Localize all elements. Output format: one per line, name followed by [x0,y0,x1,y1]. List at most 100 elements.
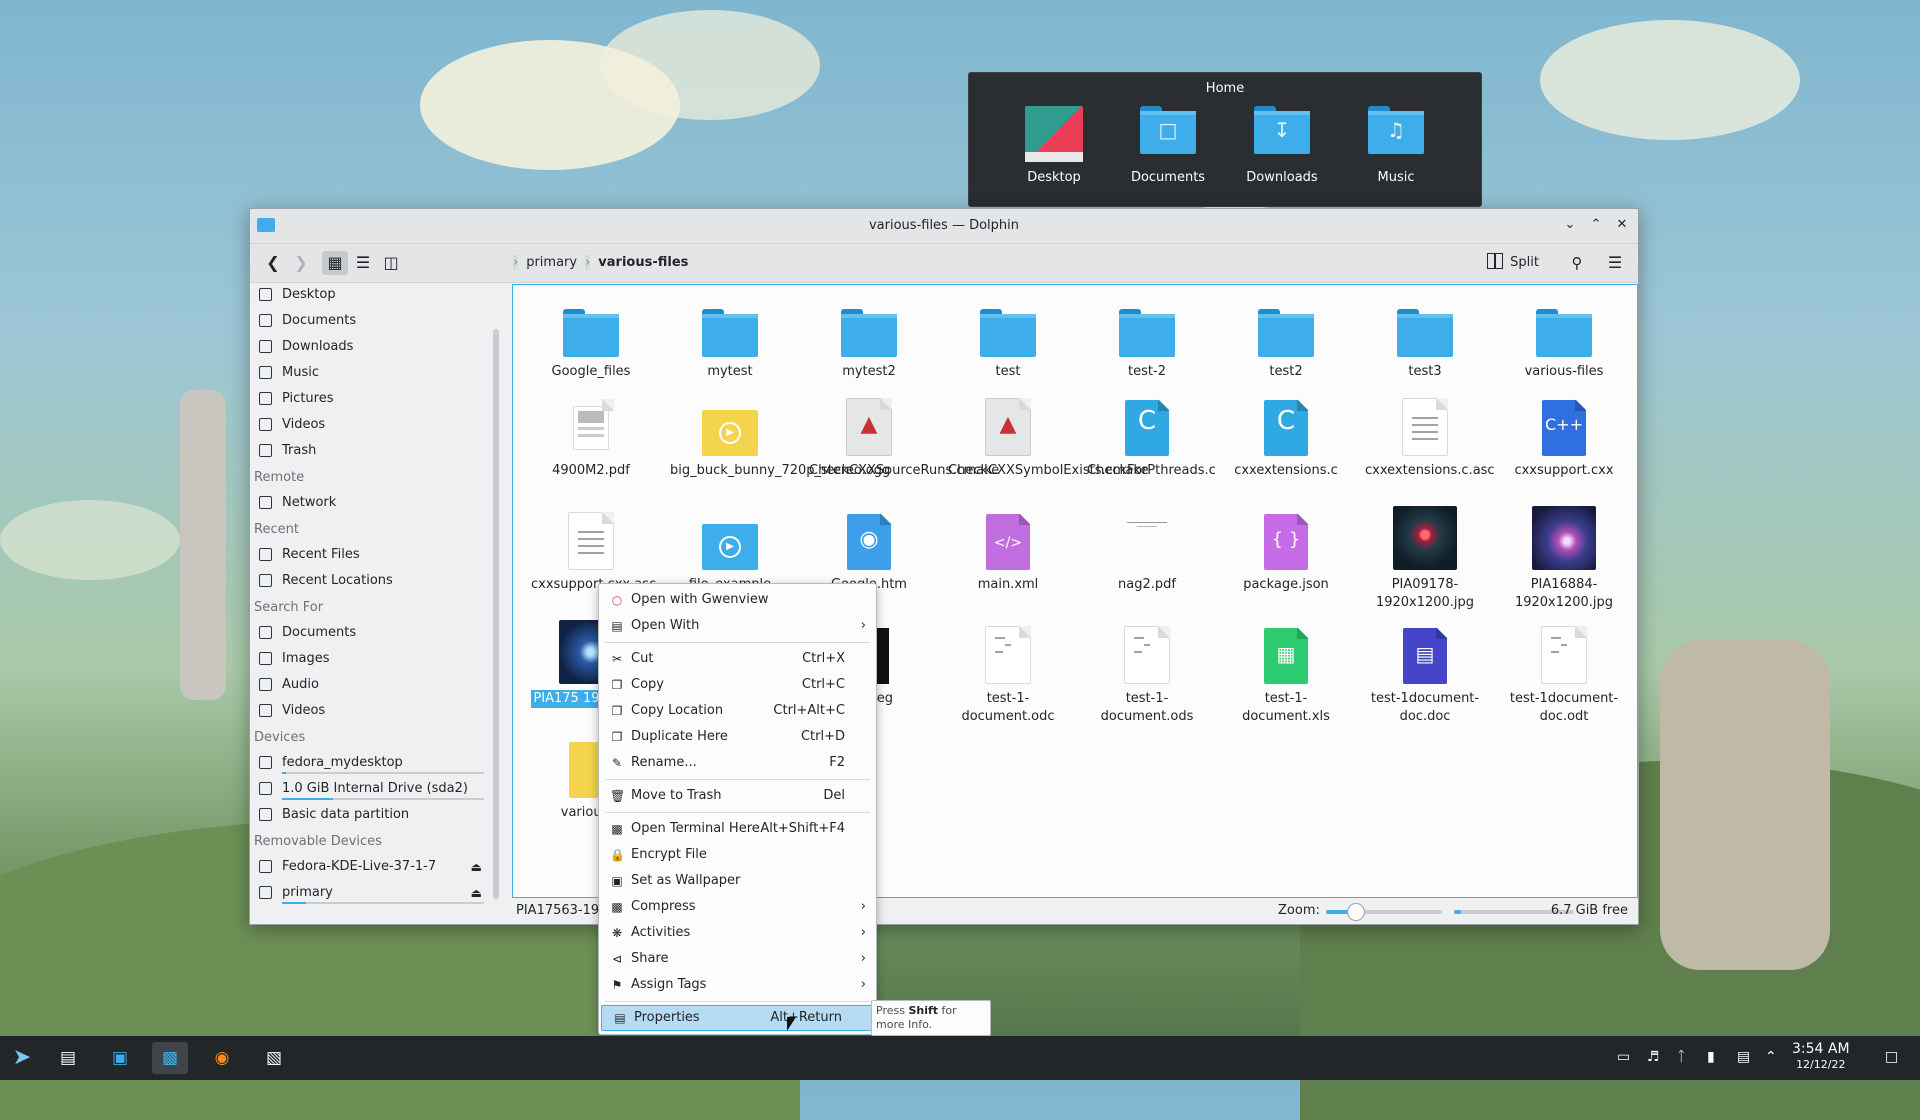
file-item[interactable]: test [946,293,1070,381]
display-icon[interactable]: ▭ [1617,1049,1630,1065]
sidebar-item-trash[interactable]: Trash [250,438,490,464]
network-icon[interactable]: ▤ [1737,1049,1750,1065]
file-item[interactable]: </> main.xml [946,506,1070,594]
show-hidden-icons[interactable]: ⌃ [1765,1049,1777,1065]
file-item[interactable]: C++ cxxsupport.cxx [1502,392,1626,480]
sidebar-item-recent-locations[interactable]: Recent Locations [250,568,490,594]
sidebar-item-pictures[interactable]: Pictures [250,386,490,412]
file-item[interactable]: test2 [1224,293,1348,381]
popup-item-music[interactable]: ♫ Music [1351,100,1441,185]
menu-item-move-to-trash[interactable]: 🗑 Move to Trash Del [599,783,876,809]
details-view-icon[interactable]: ◫ [378,251,404,275]
popup-item-documents[interactable]: □ Documents [1123,100,1213,185]
file-item[interactable]: { } package.json [1224,506,1348,594]
konsole-icon[interactable]: ▧ [256,1042,292,1074]
popup-item-downloads[interactable]: ↧ Downloads [1237,100,1327,185]
breadcrumb-current[interactable]: various-files [598,255,688,270]
file-item[interactable]: ▲ CheckCXXSymbolExists.cmake [946,392,1148,480]
menu-item-open-terminal-here[interactable]: ▩ Open Terminal Here Alt+Shift+F4 [599,816,876,842]
file-item[interactable]: ◉Google.htm [807,506,931,594]
sidebar-item-audio[interactable]: Audio [250,672,490,698]
file-item[interactable]: test-1-document.ods [1085,620,1209,726]
file-item[interactable]: ▤ test-1document-doc.doc [1363,620,1487,726]
sidebar-item-documents[interactable]: Documents [250,620,490,646]
sidebar-item-documents[interactable]: Documents [250,308,490,334]
popup-item-desktop[interactable]: Desktop [1009,100,1099,185]
eject-icon[interactable]: ⏏ [471,854,482,880]
file-item[interactable]: ▦ test-1-document.xls [1224,620,1348,726]
sidebar-item-basic-data-partition[interactable]: Basic data partition [250,802,490,828]
file-item[interactable]: test-1-document.odc [946,620,1070,726]
minimize-button[interactable]: ⌄ [1560,215,1580,235]
forward-arrow-icon[interactable]: ❯ [288,251,314,275]
sidebar-item-network[interactable]: Network [250,490,490,516]
file-item[interactable]: nag2.pdf [1085,506,1209,594]
show-desktop-icon[interactable]: □ [1885,1049,1898,1065]
menu-item-rename[interactable]: ✎ Rename... F2 [599,750,876,776]
sidebar-item-videos[interactable]: Videos [250,698,490,724]
file-item[interactable]: test3 [1363,293,1487,381]
file-item[interactable]: test-1document-doc.odt [1502,620,1626,726]
zoom-slider[interactable] [1326,903,1442,921]
bluetooth-icon[interactable]: ᛏ [1677,1049,1685,1065]
application-launcher-icon[interactable]: ➤ [4,1042,40,1074]
menu-item-assign-tags[interactable]: ⚑ Assign Tags › [599,972,876,998]
volume-icon[interactable]: ♬ [1647,1049,1660,1065]
zoom-slider-handle[interactable] [1347,903,1365,921]
menu-item-encrypt-file[interactable]: 🔒 Encrypt File [599,842,876,868]
sidebar-item-fedora-kde-live-37-1-7[interactable]: Fedora-KDE-Live-37-1-7 ⏏ [250,854,490,880]
file-item[interactable]: Ccxxextensions.c [1224,392,1348,480]
file-item[interactable]: cxxsupport.cxx.asc [529,506,656,594]
menu-item-open-with[interactable]: ▤ Open With › [599,613,876,639]
file-item[interactable]: ▶file_example [668,506,792,594]
file-item[interactable]: ▲ CheckCXXSourceRuns.cmake [807,392,999,480]
menu-item-copy-location[interactable]: ❐ Copy Location Ctrl+Alt+C [599,698,876,724]
menu-item-compress[interactable]: ▩ Compress › [599,894,876,920]
sidebar-item-videos[interactable]: Videos [250,412,490,438]
menu-item-share[interactable]: ⊲ Share › [599,946,876,972]
sidebar-item-recent-files[interactable]: Recent Files [250,542,490,568]
menu-item-open-with-gwenview[interactable]: ○ Open with Gwenview [599,587,876,613]
file-item[interactable]: PIA09178-1920x1200.jpg [1363,506,1487,612]
sidebar-item-1-0-gib-internal-drive-sda2-[interactable]: 1.0 GiB Internal Drive (sda2) [250,776,490,802]
menu-item-properties[interactable]: ▤ Properties Alt+Return [601,1005,874,1031]
menu-item-set-as-wallpaper[interactable]: ▣ Set as Wallpaper [599,868,876,894]
hamburger-menu-icon[interactable]: ☰ [1602,251,1628,275]
dolphin-task-icon[interactable]: ▩ [152,1042,188,1074]
discover-icon[interactable]: ▣ [102,1042,138,1074]
search-icon[interactable]: ⚲ [1564,251,1590,275]
usb-device-icon[interactable]: ▮ [1707,1049,1715,1065]
sidebar-scrollbar[interactable] [493,329,499,899]
file-item[interactable]: C CheckForPthreads.c [1085,392,1216,480]
back-arrow-icon[interactable]: ❮ [260,251,286,275]
menu-item-duplicate-here[interactable]: ❐ Duplicate Here Ctrl+D [599,724,876,750]
sidebar-item-music[interactable]: Music [250,360,490,386]
maximize-button[interactable]: ⌃ [1586,215,1606,235]
title-bar[interactable]: various-files — Dolphin ⌄ ⌃ ✕ [250,209,1638,244]
compact-view-icon[interactable]: ☰ [350,251,376,275]
menu-item-copy[interactable]: ❐ Copy Ctrl+C [599,672,876,698]
pager-icon[interactable]: ▤ [50,1042,86,1074]
menu-item-activities[interactable]: ❋ Activities › [599,920,876,946]
file-item[interactable]: 4900M2.pdf [529,392,653,480]
file-item[interactable]: various-files [1502,293,1626,381]
digital-clock[interactable]: 3:54 AM 12/12/22 [1792,1041,1850,1073]
file-item[interactable]: PIA16884-1920x1200.jpg [1502,506,1626,612]
file-item[interactable]: mytest2 [807,293,931,381]
icons-view-icon[interactable]: ▦ [322,251,348,275]
file-item[interactable]: Google_files [529,293,653,381]
sidebar-item-desktop[interactable]: Desktop [250,282,490,308]
breadcrumb-item[interactable]: primary [526,255,577,270]
file-item[interactable]: ▶ big_buck_bunny_720p_stereo.ogg [668,392,890,480]
sidebar-item-primary[interactable]: primary ⏏ [250,880,490,906]
file-item[interactable]: cxxextensions.c.asc [1363,392,1495,480]
file-item[interactable]: test-2 [1085,293,1209,381]
firefox-icon[interactable]: ◉ [204,1042,240,1074]
split-button[interactable]: Split [1487,253,1539,270]
sidebar-item-images[interactable]: Images [250,646,490,672]
sidebar-item-fedora-mydesktop[interactable]: fedora_mydesktop [250,750,490,776]
menu-item-cut[interactable]: ✂ Cut Ctrl+X [599,646,876,672]
sidebar-item-downloads[interactable]: Downloads [250,334,490,360]
close-button[interactable]: ✕ [1612,215,1632,235]
file-item[interactable]: mytest [668,293,792,381]
